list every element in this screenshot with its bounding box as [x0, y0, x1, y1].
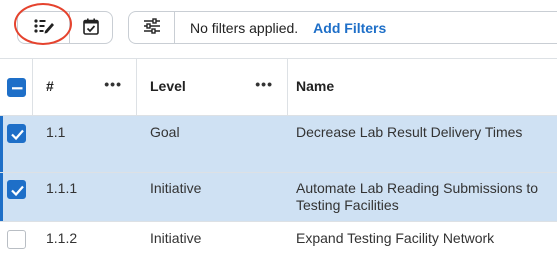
- filter-status: No filters applied.: [190, 19, 299, 36]
- row-level: Goal: [150, 124, 180, 140]
- column-header-level[interactable]: Level •••: [137, 59, 288, 115]
- column-header-number[interactable]: # •••: [33, 59, 137, 115]
- column-menu-icon[interactable]: •••: [104, 76, 122, 92]
- select-all-checkbox[interactable]: [7, 78, 26, 97]
- calendar-check-icon: [83, 18, 99, 38]
- column-header-label: Level: [150, 78, 186, 94]
- annotation-ring: [14, 3, 72, 45]
- table-row[interactable]: 1.1.2 Initiative Expand Testing Facility…: [0, 221, 557, 255]
- filter-settings-button[interactable]: [129, 12, 175, 43]
- column-header-name[interactable]: Name: [288, 59, 557, 115]
- add-filters-link[interactable]: Add Filters: [313, 20, 386, 36]
- row-name: Decrease Lab Result Delivery Times: [296, 124, 523, 140]
- table-row[interactable]: 1.1 Goal Decrease Lab Result Delivery Ti…: [0, 115, 557, 172]
- column-header-label: #: [46, 78, 54, 94]
- column-header-label: Name: [296, 78, 335, 94]
- calendar-view-button[interactable]: [70, 12, 112, 43]
- row-name: Automate Lab Reading Submissions to Test…: [296, 180, 539, 213]
- row-level: Initiative: [150, 230, 202, 246]
- table-header: # ••• Level ••• Name: [0, 58, 557, 115]
- row-checkbox[interactable]: [7, 124, 26, 143]
- sliders-icon: [143, 18, 161, 37]
- row-name: Expand Testing Facility Network: [296, 230, 495, 246]
- select-all-cell: [0, 59, 33, 115]
- row-number: 1.1: [46, 124, 66, 140]
- filter-bar: No filters applied. Add Filters: [128, 11, 557, 44]
- table-row[interactable]: 1.1.1 Initiative Automate Lab Reading Su…: [0, 172, 557, 221]
- row-level: Initiative: [150, 180, 202, 196]
- row-checkbox[interactable]: [7, 230, 26, 249]
- column-menu-icon[interactable]: •••: [255, 76, 273, 92]
- row-checkbox[interactable]: [7, 180, 26, 199]
- row-number: 1.1.1: [46, 180, 78, 196]
- row-number: 1.1.2: [46, 230, 78, 246]
- work-items-table: # ••• Level ••• Name 1.1 Goal Decrease L…: [0, 58, 557, 255]
